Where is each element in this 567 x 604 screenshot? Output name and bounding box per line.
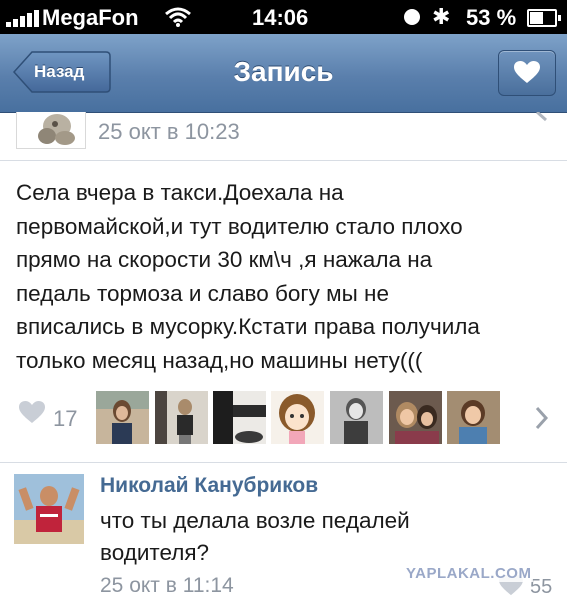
post-date: 25 окт в 10:23 (98, 119, 240, 144)
post-text-line: Села вчера в такси.Доехала на (16, 180, 344, 205)
clock: 14:06 (252, 5, 309, 30)
liker-avatar[interactable] (96, 391, 149, 444)
comment-text-line: что ты делала возле педалей (100, 508, 410, 533)
divider (0, 462, 567, 463)
heart-icon (514, 61, 540, 83)
status-bar: MegaFon 14:06 ✱ 53 % (0, 0, 567, 34)
post-body: Села вчера в такси.Доехала на первомайск… (16, 176, 556, 377)
watermark: YAPLAKAL.COM (404, 565, 534, 582)
favorite-button[interactable] (498, 50, 556, 96)
post-text-line: педаль тормоза и славо богу мы не (16, 280, 389, 306)
liker-avatar[interactable] (155, 391, 208, 444)
navigation-bar: Назад Запись (0, 34, 567, 113)
liker-avatar[interactable] (271, 391, 324, 444)
post-text-line: прямо на скорости 30 км\ч ,я нажала на (16, 247, 433, 272)
liker-avatar[interactable] (389, 391, 442, 444)
page-title: Запись (233, 56, 334, 87)
battery-icon (527, 9, 561, 27)
signal-icon (6, 10, 39, 27)
chevron-right-icon[interactable] (534, 405, 550, 431)
wifi-icon (164, 6, 192, 33)
post-text-line: только месяц назад,но машины нету((( (16, 347, 423, 373)
liker-avatar[interactable] (213, 391, 266, 444)
comment-date: 25 окт в 11:14 (100, 574, 234, 597)
comment-author-name[interactable]: Николай Канубриков (100, 474, 318, 498)
liker-avatar[interactable] (447, 391, 500, 444)
comment-text: что ты делала возле педалей водителя? (100, 505, 540, 569)
battery-percent: 53 % (466, 5, 517, 30)
post-text-line: вписались в мусорку.Кстати права получил… (16, 314, 480, 339)
post-author-avatar[interactable] (16, 112, 86, 149)
liker-avatar[interactable] (330, 391, 383, 444)
post-header[interactable]: 25 окт в 10:23 (0, 112, 567, 161)
chevron-right-icon (536, 112, 547, 122)
bluetooth-icon: ✱ (432, 4, 451, 29)
post-text-line: первомайской,и тут водителю стало плохо (16, 213, 463, 239)
comment-author-avatar[interactable] (14, 474, 84, 544)
carrier-name: MegaFon (42, 5, 139, 30)
post-like-count: 17 (53, 406, 78, 431)
rotation-lock-icon (404, 9, 420, 25)
like-heart-icon[interactable] (18, 400, 46, 424)
